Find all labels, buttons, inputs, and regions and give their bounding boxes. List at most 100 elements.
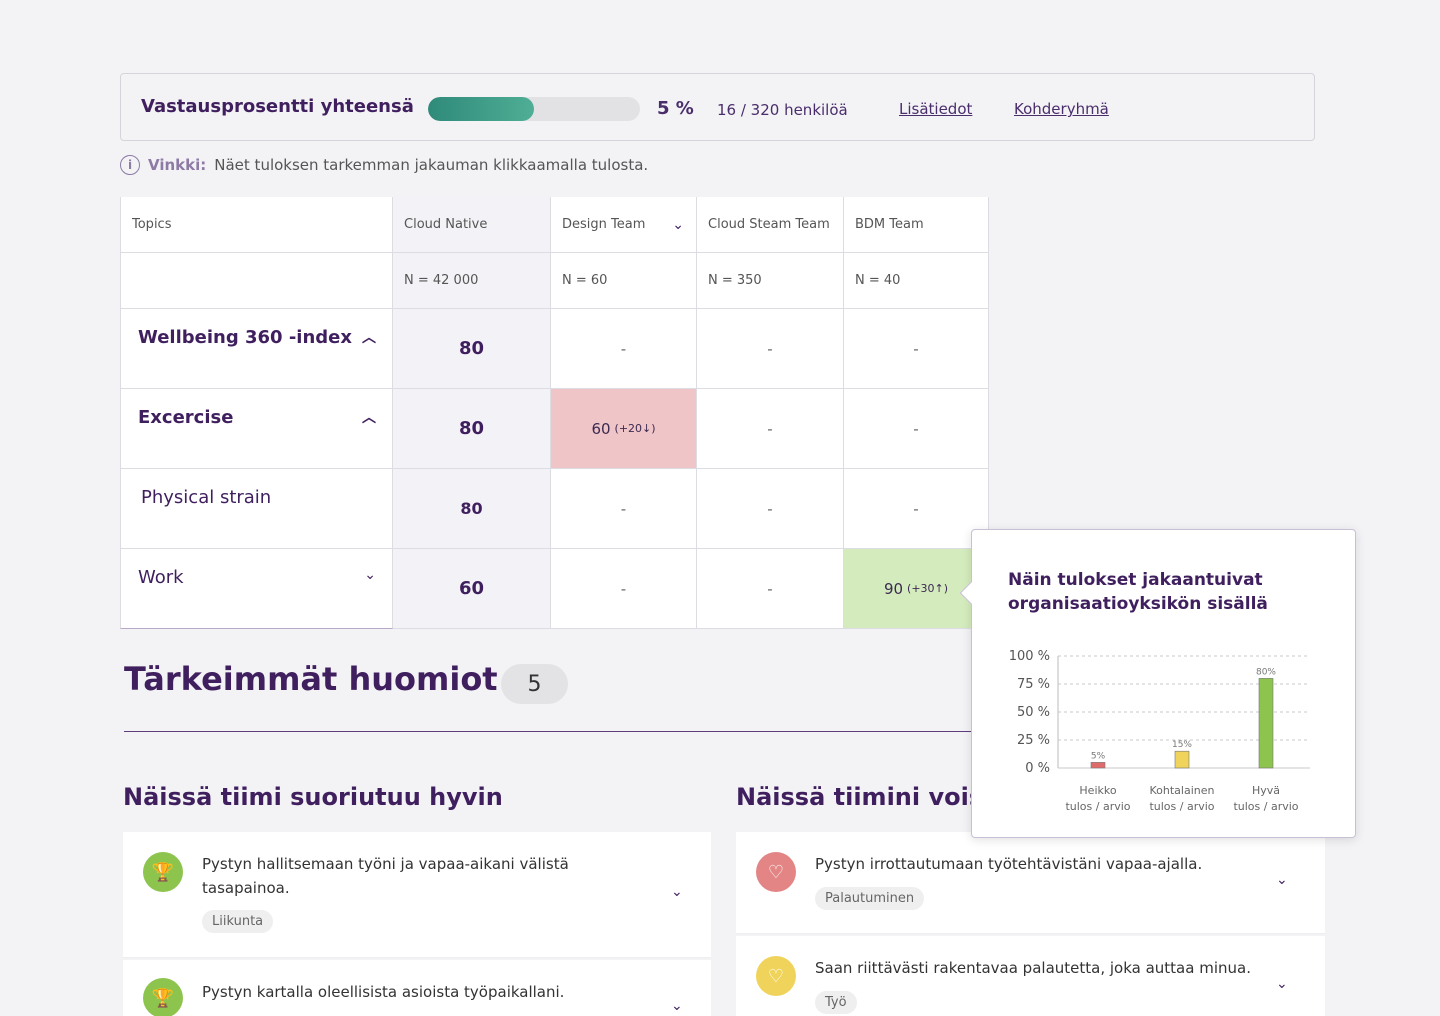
item-text: Saan riittävästi rakentavaa palautetta, … — [815, 959, 1251, 977]
score-cell[interactable]: 80 — [393, 309, 551, 389]
x-tick-label: Hyvä — [1252, 784, 1280, 797]
good-section-title: Näissä tiimi suoriutuu hyvin — [123, 783, 503, 811]
x-tick-label: Kohtalainen — [1150, 784, 1215, 797]
y-tick-label: 50 % — [1017, 705, 1050, 720]
score-value: 90 — [883, 579, 904, 598]
chevron-up-icon[interactable]: ︿ — [362, 407, 376, 427]
x-tick-label: tulos / arvio — [1065, 800, 1130, 813]
chevron-down-icon[interactable]: ⌄ — [1276, 872, 1288, 888]
chevron-down-icon[interactable]: ⌄ — [671, 998, 683, 1014]
n-count: N = 350 — [697, 253, 844, 309]
y-tick-label: 75 % — [1017, 677, 1050, 692]
hint-label: Vinkki: — [148, 156, 207, 174]
n-row-label — [120, 253, 393, 309]
score-delta: (+30↑) — [907, 582, 949, 595]
response-rate-title: Vastausprosentti yhteensä — [141, 96, 414, 117]
bar — [1174, 750, 1190, 769]
chevron-up-icon[interactable]: ︿ — [362, 327, 376, 347]
x-tick-label: Heikko — [1079, 784, 1116, 797]
good-item-card[interactable]: 🏆 Pystyn kartalla oleellisista asioista … — [123, 960, 711, 1016]
item-text: Pystyn kartalla oleellisista asioista ty… — [202, 983, 565, 1001]
n-count: N = 42 000 — [393, 253, 551, 309]
column-name: BDM Team — [855, 217, 924, 232]
highlights-count-badge: 5 — [501, 664, 568, 704]
hint: i Vinkki: Näet tuloksen tarkemman jakaum… — [120, 155, 648, 175]
hand-heart-icon: ♡ — [756, 852, 796, 892]
popup-title: Näin tulokset jakaantuivat organisaatioy… — [1008, 570, 1268, 614]
item-text: Pystyn hallitsemaan työni ja vapaa-aikan… — [202, 855, 569, 897]
x-tick-label: tulos / arvio — [1149, 800, 1214, 813]
topic-row-excercise[interactable]: Excercise ︿ — [120, 389, 393, 469]
response-progress-bar — [428, 97, 640, 121]
hint-text: Näet tuloksen tarkemman jakauman klikkaa… — [214, 156, 649, 174]
item-tag: Palautuminen — [815, 887, 925, 910]
info-icon: i — [120, 155, 140, 175]
distribution-popup: Näin tulokset jakaantuivat organisaatioy… — [959, 529, 1356, 838]
score-cell: - — [844, 469, 989, 549]
topic-label: Work — [138, 567, 184, 588]
score-cell: - — [697, 309, 844, 389]
x-tick-label: tulos / arvio — [1233, 800, 1298, 813]
response-progress-fill — [428, 97, 534, 121]
topics-header: Topics — [120, 197, 393, 253]
highlights-title: Tärkeimmät huomiot — [124, 660, 498, 698]
column-name: Cloud Native — [404, 217, 488, 232]
score-cell: - — [551, 469, 697, 549]
score-delta: (+20↓) — [614, 422, 656, 435]
improve-section-title: Näissä tiimini voisi — [736, 783, 992, 811]
response-rate-panel: Vastausprosentti yhteensä 5 % 16 / 320 h… — [120, 73, 1315, 141]
topic-row-work[interactable]: Work ⌄ — [120, 549, 393, 629]
bar — [1258, 678, 1274, 769]
y-tick-label: 0 % — [1025, 761, 1050, 776]
score-cell-highlighted[interactable]: 60 (+20↓) — [551, 389, 697, 469]
score-cell[interactable]: 60 — [393, 549, 551, 629]
score-value: 60 — [591, 419, 611, 438]
score-cell: - — [551, 549, 697, 629]
improve-item-card[interactable]: ♡ Pystyn irrottautumaan työtehtävistäni … — [736, 832, 1325, 934]
chevron-down-icon[interactable]: ⌄ — [1276, 976, 1288, 992]
column-name: Cloud Steam Team — [708, 217, 830, 232]
item-tag: Liikunta — [202, 910, 274, 933]
topic-label: Excercise — [138, 407, 234, 428]
column-header-design-team[interactable]: Design Team ⌄ — [551, 197, 697, 253]
chevron-down-icon[interactable]: ⌄ — [364, 567, 376, 583]
column-name: Design Team — [562, 217, 646, 232]
score-cell: - — [844, 389, 989, 469]
n-count: N = 40 — [844, 253, 989, 309]
score-cell[interactable]: 80 — [393, 389, 551, 469]
bar-value-label: 5% — [1091, 751, 1106, 761]
score-cell[interactable]: 80 — [393, 469, 551, 549]
bar — [1090, 762, 1106, 769]
item-text: Pystyn irrottautumaan työtehtävistäni va… — [815, 855, 1203, 873]
details-link[interactable]: Lisätiedot — [899, 100, 972, 118]
bar-value-label: 80% — [1256, 667, 1276, 677]
topic-row-wellbeing[interactable]: Wellbeing 360 -index ︿ — [120, 309, 393, 389]
item-tag: Työ — [815, 991, 857, 1014]
bar-value-label: 15% — [1172, 740, 1192, 750]
score-cell: - — [697, 469, 844, 549]
distribution-chart: 100 % 75 % 50 % 25 % 0 % 5% Heikko tulos / arvi… — [1009, 649, 1310, 813]
improve-item-card[interactable]: ♡ Saan riittävästi rakentavaa palautetta… — [736, 936, 1325, 1016]
trophy-icon: 🏆 — [143, 978, 183, 1016]
y-tick-label: 25 % — [1017, 733, 1050, 748]
y-tick-label: 100 % — [1009, 649, 1050, 664]
column-header-cloud-native: Cloud Native — [393, 197, 551, 253]
column-header-bdm-team: BDM Team — [844, 197, 989, 253]
hand-heart-icon: ♡ — [756, 956, 796, 996]
topic-row-physical-strain[interactable]: Physical strain — [120, 469, 393, 549]
score-cell: - — [697, 549, 844, 629]
n-count: N = 60 — [551, 253, 697, 309]
topic-label: Wellbeing 360 -index — [138, 327, 352, 348]
topics-header-label: Topics — [132, 217, 172, 232]
chevron-down-icon[interactable]: ⌄ — [672, 217, 684, 233]
chevron-down-icon[interactable]: ⌄ — [671, 884, 683, 900]
trophy-icon: 🏆 — [143, 852, 183, 892]
good-item-card[interactable]: 🏆 Pystyn hallitsemaan työni ja vapaa-aik… — [123, 832, 711, 958]
score-cell: - — [551, 309, 697, 389]
topic-label: Physical strain — [141, 487, 272, 508]
score-cell: - — [844, 309, 989, 389]
score-cell: - — [697, 389, 844, 469]
response-count: 16 / 320 henkilöä — [717, 101, 848, 119]
response-percent: 5 % — [657, 98, 694, 119]
target-group-link[interactable]: Kohderyhmä — [1014, 100, 1109, 118]
